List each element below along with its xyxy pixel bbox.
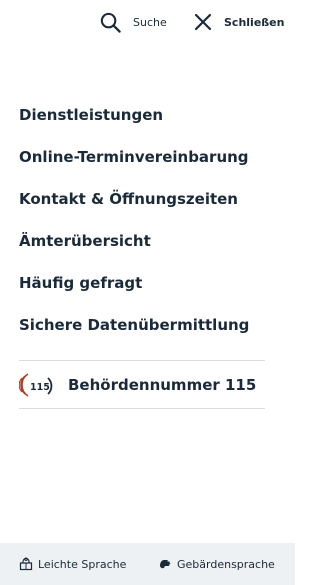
easy-language-label: Leichte Sprache [38, 557, 127, 571]
search-label: Suche [133, 15, 167, 29]
logo-115-text: 115 [30, 382, 50, 393]
top-bar: Suche Schließen [0, 0, 295, 44]
menu-item-kontakt-oeffnungszeiten[interactable]: Kontakt & Öffnungszeiten [19, 184, 269, 226]
main-menu: Dienstleistungen Online-Terminvereinbaru… [19, 100, 269, 352]
menu-item-haeufig-gefragt[interactable]: Häufig gefragt [19, 268, 269, 310]
footer-bar: Leichte Sprache Gebärdensprache [0, 543, 295, 585]
easy-language-link[interactable]: Leichte Sprache [19, 543, 126, 585]
sign-language-icon [160, 560, 171, 569]
logo-115-icon: 115 [19, 372, 53, 397]
menu-item-sichere-datenuebermittlung[interactable]: Sichere Datenübermittlung [19, 310, 269, 352]
search-icon [100, 12, 121, 33]
search-button[interactable]: Suche [99, 10, 167, 34]
behoerdennummer-label: Behördennummer 115 [68, 375, 257, 394]
sign-language-label: Gebärdensprache [177, 557, 275, 571]
menu-item-aemteruebersicht[interactable]: Ämterübersicht [19, 226, 269, 268]
close-icon [194, 13, 212, 31]
close-label: Schließen [224, 15, 285, 29]
menu-item-online-terminvereinbarung[interactable]: Online-Terminvereinbarung [19, 142, 269, 184]
easy-language-icon [19, 557, 33, 571]
behoerdennummer-link[interactable]: 115 Behördennummer 115 [19, 360, 265, 409]
sign-language-link[interactable]: Gebärdensprache [158, 543, 275, 585]
close-button[interactable]: Schließen [194, 10, 284, 34]
menu-item-dienstleistungen[interactable]: Dienstleistungen [19, 100, 269, 142]
